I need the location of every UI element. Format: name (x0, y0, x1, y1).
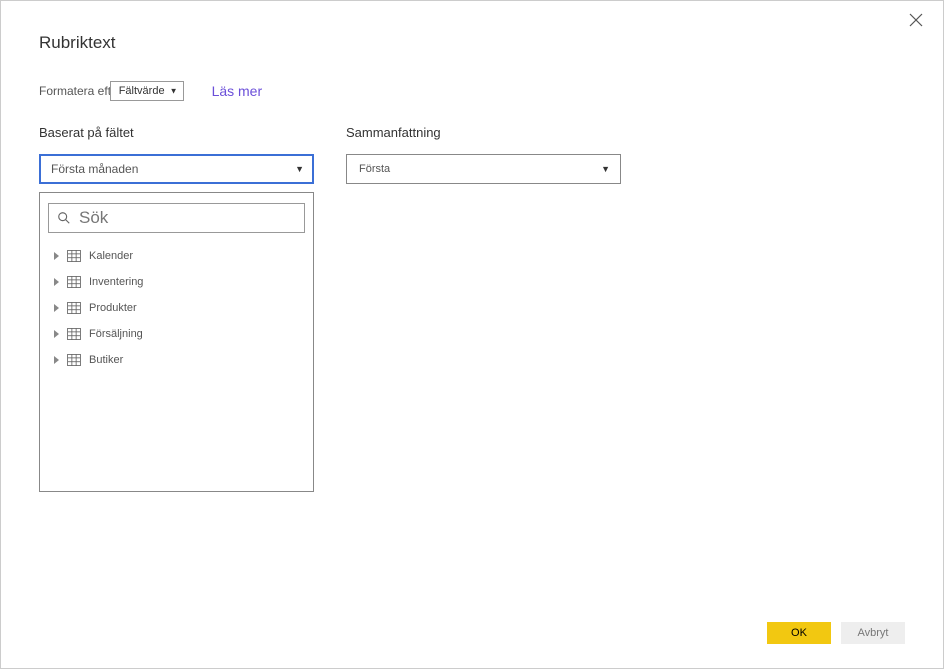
table-icon (67, 354, 81, 366)
table-item[interactable]: Inventering (54, 269, 305, 295)
dialog-title: Rubriktext (39, 33, 905, 53)
learn-more-link[interactable]: Läs mer (212, 83, 263, 99)
based-on-field-label: Baserat på fältet (39, 125, 314, 140)
search-icon (57, 211, 71, 225)
field-dropdown-panel: Sök Kalender Inve (39, 192, 314, 492)
ok-button[interactable]: OK (767, 622, 831, 644)
chevron-right-icon (54, 304, 59, 312)
cancel-button[interactable]: Avbryt (841, 622, 905, 644)
search-placeholder: Sök (79, 208, 108, 228)
based-on-field-value: Första månaden (51, 162, 138, 176)
summarization-select[interactable]: Första (346, 154, 621, 184)
table-item-label: Kalender (89, 250, 133, 262)
table-item-label: Försäljning (89, 328, 143, 340)
chevron-right-icon (54, 278, 59, 286)
dialog-body: Rubriktext Formatera efter Fältvärde Läs… (3, 3, 941, 666)
table-item[interactable]: Butiker (54, 347, 305, 373)
table-item-label: Butiker (89, 354, 123, 366)
format-by-select[interactable]: Fältvärde (110, 81, 184, 101)
close-icon (909, 13, 923, 27)
table-item-label: Inventering (89, 276, 143, 288)
search-input[interactable]: Sök (48, 203, 305, 233)
table-icon (67, 302, 81, 314)
table-list: Kalender Inventering Pro (48, 243, 305, 373)
summarization-value: Första (359, 163, 390, 175)
format-row: Formatera efter Fältvärde Läs mer (39, 81, 905, 101)
table-icon (67, 328, 81, 340)
table-item[interactable]: Försäljning (54, 321, 305, 347)
chevron-right-icon (54, 356, 59, 364)
based-on-field-select[interactable]: Första månaden (39, 154, 314, 184)
format-by-value: Fältvärde (119, 85, 165, 97)
chevron-right-icon (54, 330, 59, 338)
table-item[interactable]: Kalender (54, 243, 305, 269)
close-button[interactable] (909, 13, 927, 31)
table-icon (67, 250, 81, 262)
dialog-footer: OK Avbryt (767, 622, 905, 644)
table-item[interactable]: Produkter (54, 295, 305, 321)
summarization-label: Sammanfattning (346, 125, 621, 140)
chevron-right-icon (54, 252, 59, 260)
table-icon (67, 276, 81, 288)
table-item-label: Produkter (89, 302, 137, 314)
